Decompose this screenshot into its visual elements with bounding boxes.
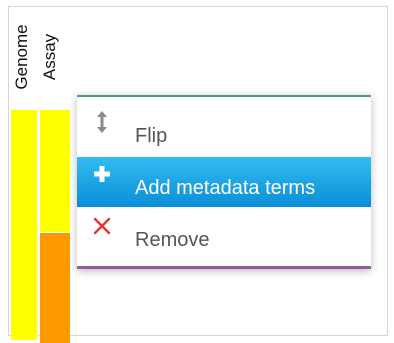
column-header-assay[interactable]: Assay <box>39 7 61 107</box>
close-x-icon <box>91 215 113 237</box>
column-label-assay: Assay <box>40 33 59 81</box>
menu-item-add-metadata-terms-label: Add metadata terms <box>135 177 316 199</box>
plus-icon <box>91 163 113 185</box>
menu-item-flip[interactable]: Flip <box>77 105 371 155</box>
assay-track-segment-yellow[interactable] <box>40 110 70 232</box>
menu-item-remove[interactable]: Remove <box>77 209 371 259</box>
genome-track[interactable] <box>11 110 38 340</box>
assay-track-segment-orange[interactable] <box>40 233 70 343</box>
track-context-menu: Flip Add metadata terms Remove <box>77 95 371 269</box>
updown-arrow-icon <box>91 111 113 133</box>
menu-item-remove-label: Remove <box>135 229 210 251</box>
column-header-genome[interactable]: Genome <box>11 7 33 107</box>
menu-item-add-metadata-terms[interactable]: Add metadata terms <box>77 157 371 207</box>
column-label-genome: Genome <box>12 24 31 90</box>
menu-item-flip-label: Flip <box>135 125 168 147</box>
